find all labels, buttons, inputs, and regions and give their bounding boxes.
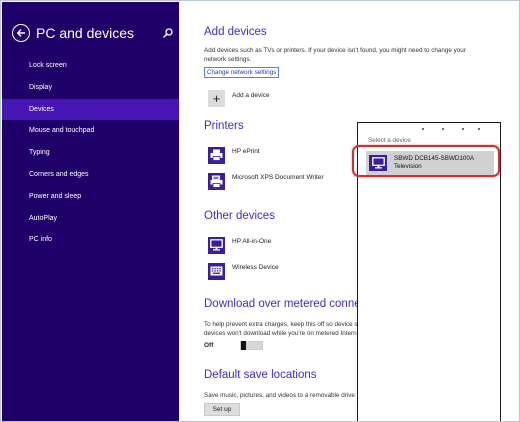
- device-wireless-device[interactable]: Wireless Device: [208, 262, 279, 280]
- device-microsoft-xps-document-writer[interactable]: Microsoft XPS Document Writer: [208, 172, 324, 190]
- sidebar-nav: Lock screen Display Devices Mouse and to…: [2, 55, 179, 251]
- set-up-button[interactable]: Set up: [204, 403, 240, 416]
- device-hp-all-in-one[interactable]: HP All-in-One: [208, 236, 271, 254]
- other-devices-heading: Other devices: [204, 210, 275, 222]
- page-title: PC and devices: [36, 25, 135, 41]
- sidebar-item-autoplay[interactable]: AutoPlay: [2, 208, 179, 230]
- add-device-button[interactable]: + Add a device: [208, 89, 270, 107]
- window-frame: PC and devices Lock screen Display Devic…: [0, 0, 520, 422]
- back-button[interactable]: [12, 24, 30, 42]
- metered-toggle[interactable]: [240, 341, 263, 350]
- metered-toggle-row: Off: [204, 341, 263, 350]
- add-devices-heading: Add devices: [204, 26, 267, 38]
- add-devices-description-line2: network settings.: [204, 55, 252, 63]
- sidebar-header: PC and devices: [10, 24, 174, 44]
- device-label: Wireless Device: [232, 263, 279, 271]
- search-icon[interactable]: [162, 27, 174, 39]
- back-arrow-icon: [16, 29, 26, 37]
- add-devices-description: Add devices such as TVs or printers. If …: [204, 47, 466, 64]
- metered-description-line1: To help prevent extra charges, keep this…: [204, 321, 362, 328]
- toggle-thumb[interactable]: [241, 341, 246, 350]
- metered-description-line2: devices won't download while you're on m…: [204, 329, 357, 337]
- sidebar-item-pc-info[interactable]: PC info: [2, 229, 179, 251]
- add-icon: +: [208, 89, 225, 107]
- add-devices-description-line1: Add devices such as TVs or printers. If …: [204, 47, 466, 54]
- sidebar-item-mouse-and-touchpad[interactable]: Mouse and touchpad: [2, 120, 179, 142]
- keyboard-icon: [208, 262, 225, 280]
- device-label: Microsoft XPS Document Writer: [232, 173, 324, 181]
- add-device-label: Add a device: [232, 91, 270, 99]
- monitor-icon: [208, 236, 225, 254]
- change-network-settings-link[interactable]: Change network settings: [204, 67, 280, 78]
- popup-title: Select a device: [368, 137, 411, 144]
- printers-heading: Printers: [204, 120, 244, 132]
- highlight-annotation: [352, 145, 500, 177]
- device-hp-eprint[interactable]: HP ePrint: [208, 146, 260, 164]
- metered-heading: Download over metered conne: [204, 298, 361, 310]
- document-writer-icon: [208, 172, 225, 190]
- sidebar-item-lock-screen[interactable]: Lock screen: [2, 55, 179, 77]
- device-label: HP All-in-One: [232, 237, 272, 245]
- printer-icon: [208, 146, 225, 164]
- metered-description: To help prevent extra charges, keep this…: [204, 321, 361, 338]
- sidebar: PC and devices Lock screen Display Devic…: [2, 2, 179, 421]
- sidebar-item-devices[interactable]: Devices: [2, 98, 179, 121]
- sidebar-item-typing[interactable]: Typing: [2, 142, 179, 164]
- sidebar-item-power-and-sleep[interactable]: Power and sleep: [2, 186, 179, 208]
- toggle-state-label: Off: [204, 342, 214, 349]
- sidebar-item-display[interactable]: Display: [2, 77, 179, 99]
- sidebar-item-corners-and-edges[interactable]: Corners and edges: [2, 164, 179, 186]
- default-save-heading: Default save locations: [204, 369, 317, 381]
- device-label: HP ePrint: [232, 147, 260, 155]
- loading-dots-icon: [420, 128, 480, 131]
